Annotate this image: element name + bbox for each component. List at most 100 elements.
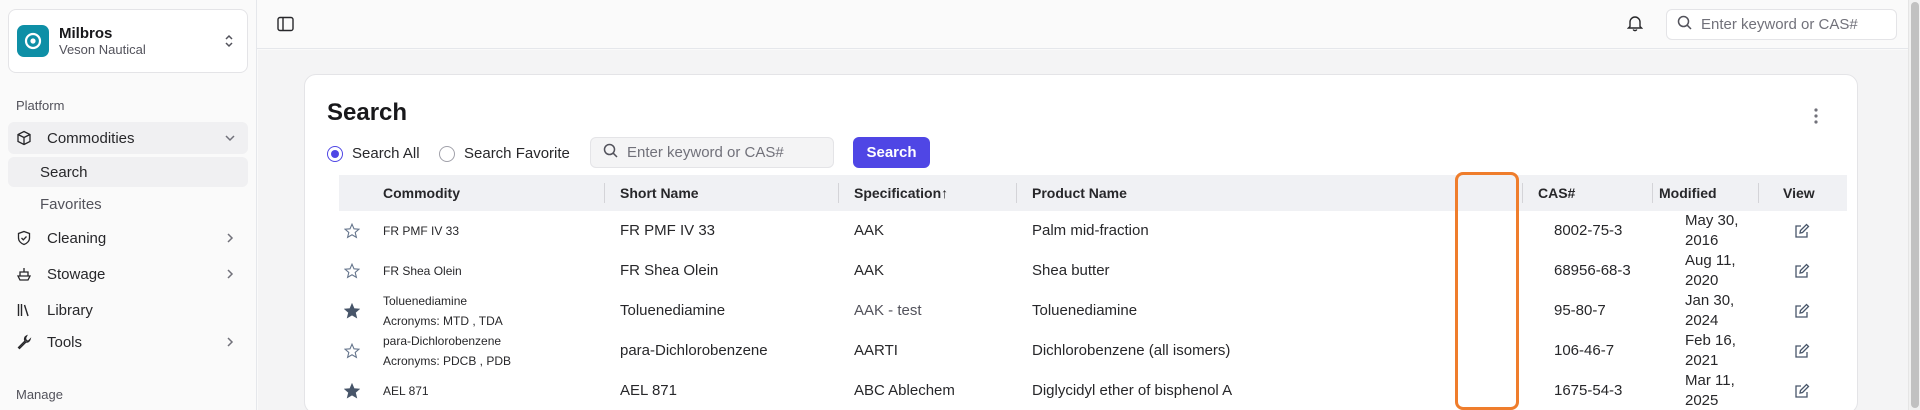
chevron-updown-icon bbox=[223, 32, 235, 54]
column-header-product-name[interactable]: Product Name bbox=[1032, 185, 1127, 201]
radio-label: Search Favorite bbox=[464, 145, 570, 162]
sidebar-item-label: Stowage bbox=[47, 265, 106, 283]
product-name: Palm mid-fraction bbox=[1032, 222, 1149, 239]
column-divider bbox=[1522, 183, 1523, 203]
search-field[interactable] bbox=[590, 137, 834, 168]
cas-number: 106-46-7 bbox=[1554, 342, 1615, 359]
column-header-modified[interactable]: Modified bbox=[1659, 185, 1717, 201]
search-button[interactable]: Search bbox=[853, 137, 930, 168]
commodity-acronyms: Acronyms: MTD , TDA bbox=[383, 314, 503, 328]
edit-icon[interactable] bbox=[1794, 263, 1810, 283]
commodity-name[interactable]: para-Dichlorobenzene Acronyms: PDCB , PDB bbox=[383, 331, 511, 371]
sidebar-item-label: Commodities bbox=[47, 129, 135, 147]
edit-icon[interactable] bbox=[1794, 383, 1810, 403]
sidebar-toggle-icon[interactable] bbox=[277, 16, 294, 36]
star-outline-icon[interactable] bbox=[343, 222, 361, 243]
box-icon bbox=[16, 130, 32, 146]
product-name: Shea butter bbox=[1032, 262, 1110, 279]
star-outline-icon[interactable] bbox=[343, 342, 361, 363]
column-divider bbox=[1016, 183, 1017, 203]
commodity-acronyms: Acronyms: PDCB , PDB bbox=[383, 354, 512, 368]
specification: ABC Ablechem bbox=[854, 382, 955, 399]
radio-search-all[interactable]: Search All bbox=[327, 145, 420, 162]
cas-number: 1675-54-3 bbox=[1554, 382, 1623, 399]
table-row[interactable]: FR Shea Olein FR Shea Olein AAK Shea but… bbox=[339, 251, 1847, 291]
global-search-input[interactable] bbox=[1701, 16, 1896, 33]
column-divider bbox=[604, 183, 605, 203]
bell-icon[interactable] bbox=[1626, 14, 1644, 36]
short-name: para-Dichlorobenzene bbox=[620, 342, 768, 359]
scrollbar-thumb[interactable] bbox=[1911, 2, 1919, 408]
specification: AAK bbox=[854, 262, 885, 279]
column-header-commodity[interactable]: Commodity bbox=[383, 185, 460, 201]
page-title: Search bbox=[327, 99, 408, 126]
modified-date: Jan 30, 2024 bbox=[1685, 292, 1735, 329]
product-name: Toluenediamine bbox=[1032, 302, 1138, 319]
radio-selected-icon bbox=[327, 145, 343, 162]
column-header-specification[interactable]: Specification↑ bbox=[854, 185, 948, 201]
commodity-name[interactable]: AEL 871 bbox=[383, 381, 429, 401]
sidebar-subitem-search[interactable]: Search bbox=[8, 157, 248, 187]
commodity-name[interactable]: FR PMF IV 33 bbox=[383, 221, 459, 241]
sidebar-group-manage: Manage bbox=[16, 387, 63, 402]
table-row[interactable]: para-Dichlorobenzene Acronyms: PDCB , PDB… bbox=[339, 331, 1847, 371]
sidebar-item-label: Tools bbox=[47, 333, 83, 351]
wrench-icon bbox=[16, 334, 32, 350]
column-divider bbox=[838, 183, 839, 203]
modified-date: Feb 16, 2021 bbox=[1685, 332, 1736, 369]
table-row[interactable]: FR PMF IV 33 FR PMF IV 33 AAK Palm mid-f… bbox=[339, 211, 1847, 251]
short-name: AEL 871 bbox=[620, 382, 677, 399]
global-search[interactable] bbox=[1666, 9, 1897, 40]
commodity-name[interactable]: FR Shea Olein bbox=[383, 261, 462, 281]
org-logo-icon bbox=[17, 25, 49, 57]
sidebar-item-label: Library bbox=[47, 301, 93, 319]
shield-check-icon bbox=[16, 230, 32, 246]
short-name: Toluenediamine bbox=[620, 302, 726, 319]
topbar bbox=[257, 0, 1920, 49]
edit-icon[interactable] bbox=[1794, 343, 1810, 363]
short-name: FR PMF IV 33 bbox=[620, 222, 716, 239]
search-input[interactable] bbox=[627, 144, 833, 161]
sidebar-item-cleaning[interactable]: Cleaning bbox=[8, 222, 248, 254]
more-vertical-icon[interactable] bbox=[1813, 107, 1819, 129]
sidebar-subitem-favorites[interactable]: Favorites bbox=[8, 189, 248, 219]
radio-search-favorite[interactable]: Search Favorite bbox=[439, 145, 570, 162]
sidebar-item-stowage[interactable]: Stowage bbox=[8, 258, 248, 290]
star-outline-icon[interactable] bbox=[343, 262, 361, 283]
sidebar-item-tools[interactable]: Tools bbox=[8, 326, 248, 358]
column-header-short-name[interactable]: Short Name bbox=[620, 185, 699, 201]
view-column-highlight bbox=[1455, 172, 1519, 410]
edit-icon[interactable] bbox=[1794, 303, 1810, 323]
sidebar-group-platform: Platform bbox=[16, 98, 65, 113]
search-icon bbox=[603, 143, 618, 162]
edit-icon[interactable] bbox=[1794, 223, 1810, 243]
sidebar-item-library[interactable]: Library bbox=[8, 294, 248, 326]
column-header-cas[interactable]: CAS# bbox=[1538, 185, 1575, 201]
product-name: Diglycidyl ether of bisphenol A bbox=[1032, 382, 1233, 399]
column-header-view: View bbox=[1783, 185, 1815, 201]
ship-icon bbox=[16, 266, 32, 282]
column-divider bbox=[1758, 183, 1759, 203]
chevron-right-icon bbox=[224, 267, 236, 284]
chevron-right-icon bbox=[224, 335, 236, 352]
library-icon bbox=[16, 302, 32, 318]
modified-date: Aug 11, 2020 bbox=[1685, 252, 1736, 289]
short-name: FR Shea Olein bbox=[620, 262, 719, 279]
commodity-name[interactable]: Toluenediamine Acronyms: MTD , TDA bbox=[383, 291, 503, 331]
modified-date: May 30, 2016 bbox=[1685, 212, 1739, 249]
search-card: Search Search All Search Favorite Search… bbox=[304, 74, 1858, 410]
table-header: Commodity Short Name Specification↑ Prod… bbox=[339, 175, 1847, 211]
search-icon bbox=[1677, 15, 1692, 34]
sidebar-item-commodities[interactable]: Commodities bbox=[8, 122, 248, 154]
chevron-right-icon bbox=[224, 231, 236, 248]
star-filled-icon[interactable] bbox=[343, 302, 361, 323]
scrollbar[interactable] bbox=[1908, 0, 1920, 410]
table-row[interactable]: Toluenediamine Acronyms: MTD , TDA Toluen… bbox=[339, 291, 1847, 331]
table-row[interactable]: AEL 871 AEL 871 ABC Ablechem Diglycidyl … bbox=[339, 371, 1847, 410]
modified-date: Mar 11, 2025 bbox=[1685, 372, 1735, 409]
cas-number: 95-80-7 bbox=[1554, 302, 1606, 319]
org-switcher[interactable]: Milbros Veson Nautical bbox=[8, 9, 248, 73]
cas-number: 8002-75-3 bbox=[1554, 222, 1623, 239]
radio-unselected-icon bbox=[439, 145, 455, 162]
star-filled-icon[interactable] bbox=[343, 382, 361, 403]
